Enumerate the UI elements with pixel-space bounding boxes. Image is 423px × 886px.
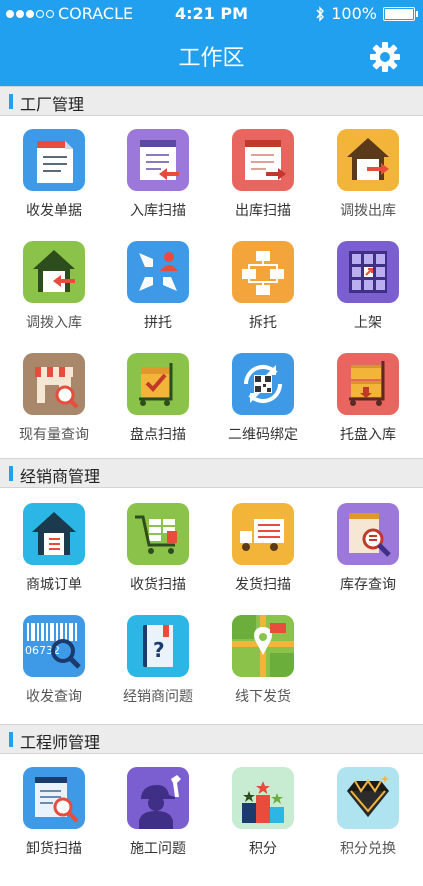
tile-label: 收发查询 [26,689,82,705]
tile-pallet-in[interactable]: 托盘入库 [316,340,420,450]
map-pin-icon [232,615,294,677]
section-title: 工程师管理 [20,733,101,752]
tile-label: 调拨出库 [340,203,396,219]
section-dealer: 经销商管理 [0,458,423,488]
unload-scan-icon [23,767,85,829]
transfer-in-icon [23,241,85,303]
page-title: 工作区 [178,46,245,71]
gear-icon[interactable] [369,41,401,73]
tile-shelving[interactable]: 上架 [316,228,420,338]
ship-scan-icon [232,503,294,565]
tile-label: 积分 [249,841,277,857]
stock-query-icon [337,503,399,565]
shelving-icon [337,241,399,303]
tile-label: 卸货扫描 [26,841,82,857]
tile-offline-ship[interactable]: 线下发货 [211,602,315,712]
tile-construction-issue[interactable]: 施工问题 [106,754,210,864]
transfer-out-icon [337,129,399,191]
stocktake-icon [127,353,189,415]
tile-transfer-out[interactable]: 调拨出库 [316,116,420,226]
tile-label: 商城订单 [26,577,82,593]
tile-points-redeem[interactable]: 积分兑换 [316,754,420,864]
tile-label: 施工问题 [130,841,186,857]
stock-out-scan-icon [232,129,294,191]
tile-label: 调拨入库 [26,315,82,331]
mall-order-icon [23,503,85,565]
podium-icon [232,767,294,829]
tile-dispatch-query[interactable]: 06732 收发查询 [2,602,106,712]
tile-label: 现有量查询 [19,427,89,443]
tile-label: 收发单据 [26,203,82,219]
tile-stock-in-scan[interactable]: 入库扫描 [106,116,210,226]
tile-split-pallet[interactable]: 拆托 [211,228,315,338]
tile-label: 托盘入库 [340,427,396,443]
qrcode-bind-icon [232,353,294,415]
section-factory: 工厂管理 [0,86,423,116]
inventory-query-icon [23,353,85,415]
tile-stocktake-scan[interactable]: 盘点扫描 [106,340,210,450]
tile-points[interactable]: 积分 [211,754,315,864]
section-engineer: 工程师管理 [0,724,423,754]
tile-stock-query[interactable]: 库存查询 [316,490,420,600]
tile-ship-scan[interactable]: 发货扫描 [211,490,315,600]
tile-transfer-in[interactable]: 调拨入库 [2,228,106,338]
barcode-query-icon: 06732 [23,615,85,677]
tile-label: 上架 [354,315,382,331]
tile-label: 出库扫描 [235,203,291,219]
nav-bar: 工作区 [0,28,423,86]
receive-scan-icon [127,503,189,565]
dealer-question-icon: ? [127,615,189,677]
tile-label: 库存查询 [340,577,396,593]
tile-unload-scan[interactable]: 卸货扫描 [2,754,106,864]
tile-label: 二维码绑定 [228,427,298,443]
bluetooth-icon [316,5,325,22]
tile-receive-scan[interactable]: 收货扫描 [106,490,210,600]
tile-label: 经销商问题 [123,689,193,705]
svg-text:?: ? [153,638,165,662]
tile-receive-dispatch-docs[interactable]: 收发单据 [2,116,106,226]
tile-label: 盘点扫描 [130,427,186,443]
stock-in-scan-icon [127,129,189,191]
document-icon [23,129,85,191]
merge-pallet-icon [127,241,189,303]
battery-icon [383,6,418,21]
status-bar: CORACLE 4:21 PM 100% [0,0,423,28]
tile-merge-pallet[interactable]: 拼托 [106,228,210,338]
pallet-in-icon [337,353,399,415]
tile-label: 收货扫描 [130,577,186,593]
battery-percent: 100% [331,4,377,23]
tile-label: 拼托 [144,315,172,331]
tile-label: 线下发货 [235,689,291,705]
tile-mall-order[interactable]: 商城订单 [2,490,106,600]
tile-dealer-question[interactable]: ? 经销商问题 [106,602,210,712]
tile-inventory-query[interactable]: 现有量查询 [2,340,106,450]
tile-label: 拆托 [249,315,277,331]
split-pallet-icon [232,241,294,303]
tile-label: 发货扫描 [235,577,291,593]
tile-label: 积分兑换 [340,841,396,857]
worker-icon [127,767,189,829]
tile-qrcode-bind[interactable]: 二维码绑定 [211,340,315,450]
tile-label: 入库扫描 [130,203,186,219]
section-title: 经销商管理 [20,467,101,486]
diamond-icon [337,767,399,829]
section-title: 工厂管理 [20,95,85,114]
tile-stock-out-scan[interactable]: 出库扫描 [211,116,315,226]
